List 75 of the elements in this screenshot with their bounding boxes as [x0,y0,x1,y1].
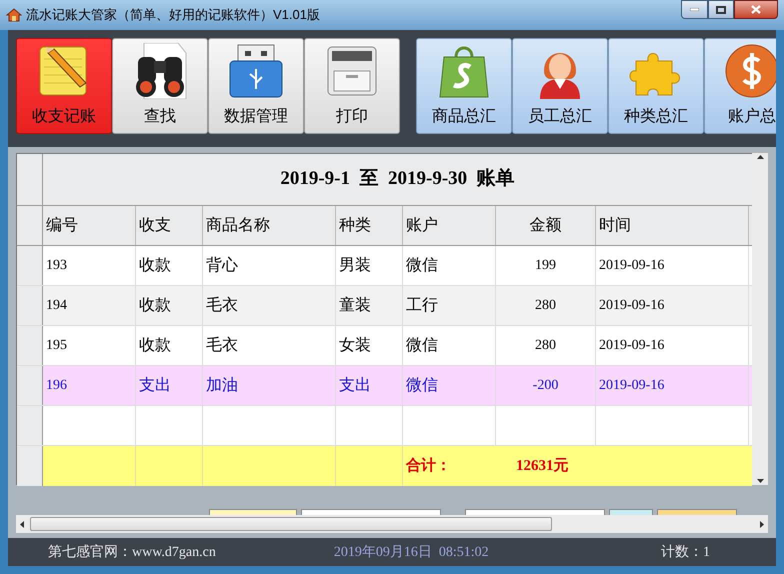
row-header[interactable] [17,366,43,405]
toolbar-button[interactable]: 查找 [112,38,208,134]
table-cell: 支出 [136,366,203,405]
column-header[interactable]: 金额 [496,206,596,245]
horizontal-scrollbar[interactable] [16,515,768,533]
row-header[interactable] [17,406,43,445]
table-cell: 195 [43,326,136,365]
table-title: 2019-9-1 至 2019-9-30 账单 [279,167,516,192]
toolbar-button[interactable]: 商品总汇 [416,38,512,134]
close-icon [751,5,761,14]
vertical-scrollbar[interactable] [752,153,768,485]
window-title: 流水记账大管家（简单、好用的记账软件）V1.01版 [26,6,320,24]
column-header[interactable]: 商品名称 [203,206,336,245]
table-cell: 工行 [403,286,496,325]
row-header[interactable] [17,326,43,365]
maximize-icon [716,6,726,14]
table-cell: 背心 [203,246,336,285]
minimize-button[interactable] [681,0,708,19]
table-cell: 童装 [336,286,403,325]
toolbar-button[interactable]: 打印 [304,38,400,134]
house-icon [6,7,22,23]
total-label: 合计： [406,456,452,476]
row-header[interactable] [17,286,43,325]
column-header[interactable]: 种类 [336,206,403,245]
toolbar-button[interactable]: 数据管理 [208,38,304,134]
table-cell: 男装 [336,246,403,285]
toggle-button[interactable] [609,509,653,515]
table-cell: 微信 [403,326,496,365]
column-header[interactable]: 账户 [403,206,496,245]
date-field[interactable] [301,509,441,515]
table-cell: 280 [496,326,596,365]
total-value: 12631元 [516,456,568,476]
table-cell: 微信 [403,366,496,405]
table-cell: 女装 [336,326,403,365]
table-cell: 毛衣 [203,326,336,365]
close-button[interactable] [734,0,778,19]
table-cell: 支出 [336,366,403,405]
table-cell: 2019-09-16 [596,286,749,325]
scroll-down-icon[interactable] [756,479,764,483]
table-cell: 收款 [136,246,203,285]
row-header[interactable] [17,446,43,486]
date-field[interactable] [465,509,605,515]
table-cell: -200 [496,366,596,405]
minimize-icon [690,8,699,11]
toolbar-button[interactable]: 账户总 [704,38,776,134]
datetime-text: 2019年09月16日 08:51:02 [334,544,489,562]
table-cell: 280 [496,286,596,325]
maximize-button[interactable] [708,0,734,19]
table-cell: 收款 [136,286,203,325]
table-cell: 加油 [203,366,336,405]
scroll-right-icon[interactable] [760,520,764,528]
website-text: 第七感官网：www.d7gan.cn [48,543,216,562]
table-cell: 196 [43,366,136,405]
count-text: 计数：1 [661,544,710,562]
toolbar-button[interactable]: 员工总汇 [512,38,608,134]
toolbar-button[interactable]: 收支记账 [16,38,112,134]
table-cell: 193 [43,246,136,285]
table-cell: 2019-09-16 [596,326,749,365]
scroll-up-icon[interactable] [756,155,764,159]
column-header[interactable]: 时间 [596,206,749,245]
column-header[interactable]: 编号 [43,206,136,245]
table-cell: 194 [43,286,136,325]
table-cell: 收款 [136,326,203,365]
dropdown-field[interactable] [209,509,297,515]
scroll-left-icon[interactable] [20,520,24,528]
table-cell: 2019-09-16 [596,366,749,405]
table-cell: 毛衣 [203,286,336,325]
scroll-thumb[interactable] [30,517,552,531]
nav-button[interactable] [657,509,737,515]
column-header[interactable]: 收支 [136,206,203,245]
table-cell: 微信 [403,246,496,285]
row-header[interactable] [17,246,43,285]
table-cell: 2019-09-16 [596,246,749,285]
toolbar-button[interactable]: 种类总汇 [608,38,704,134]
table-cell: 199 [496,246,596,285]
